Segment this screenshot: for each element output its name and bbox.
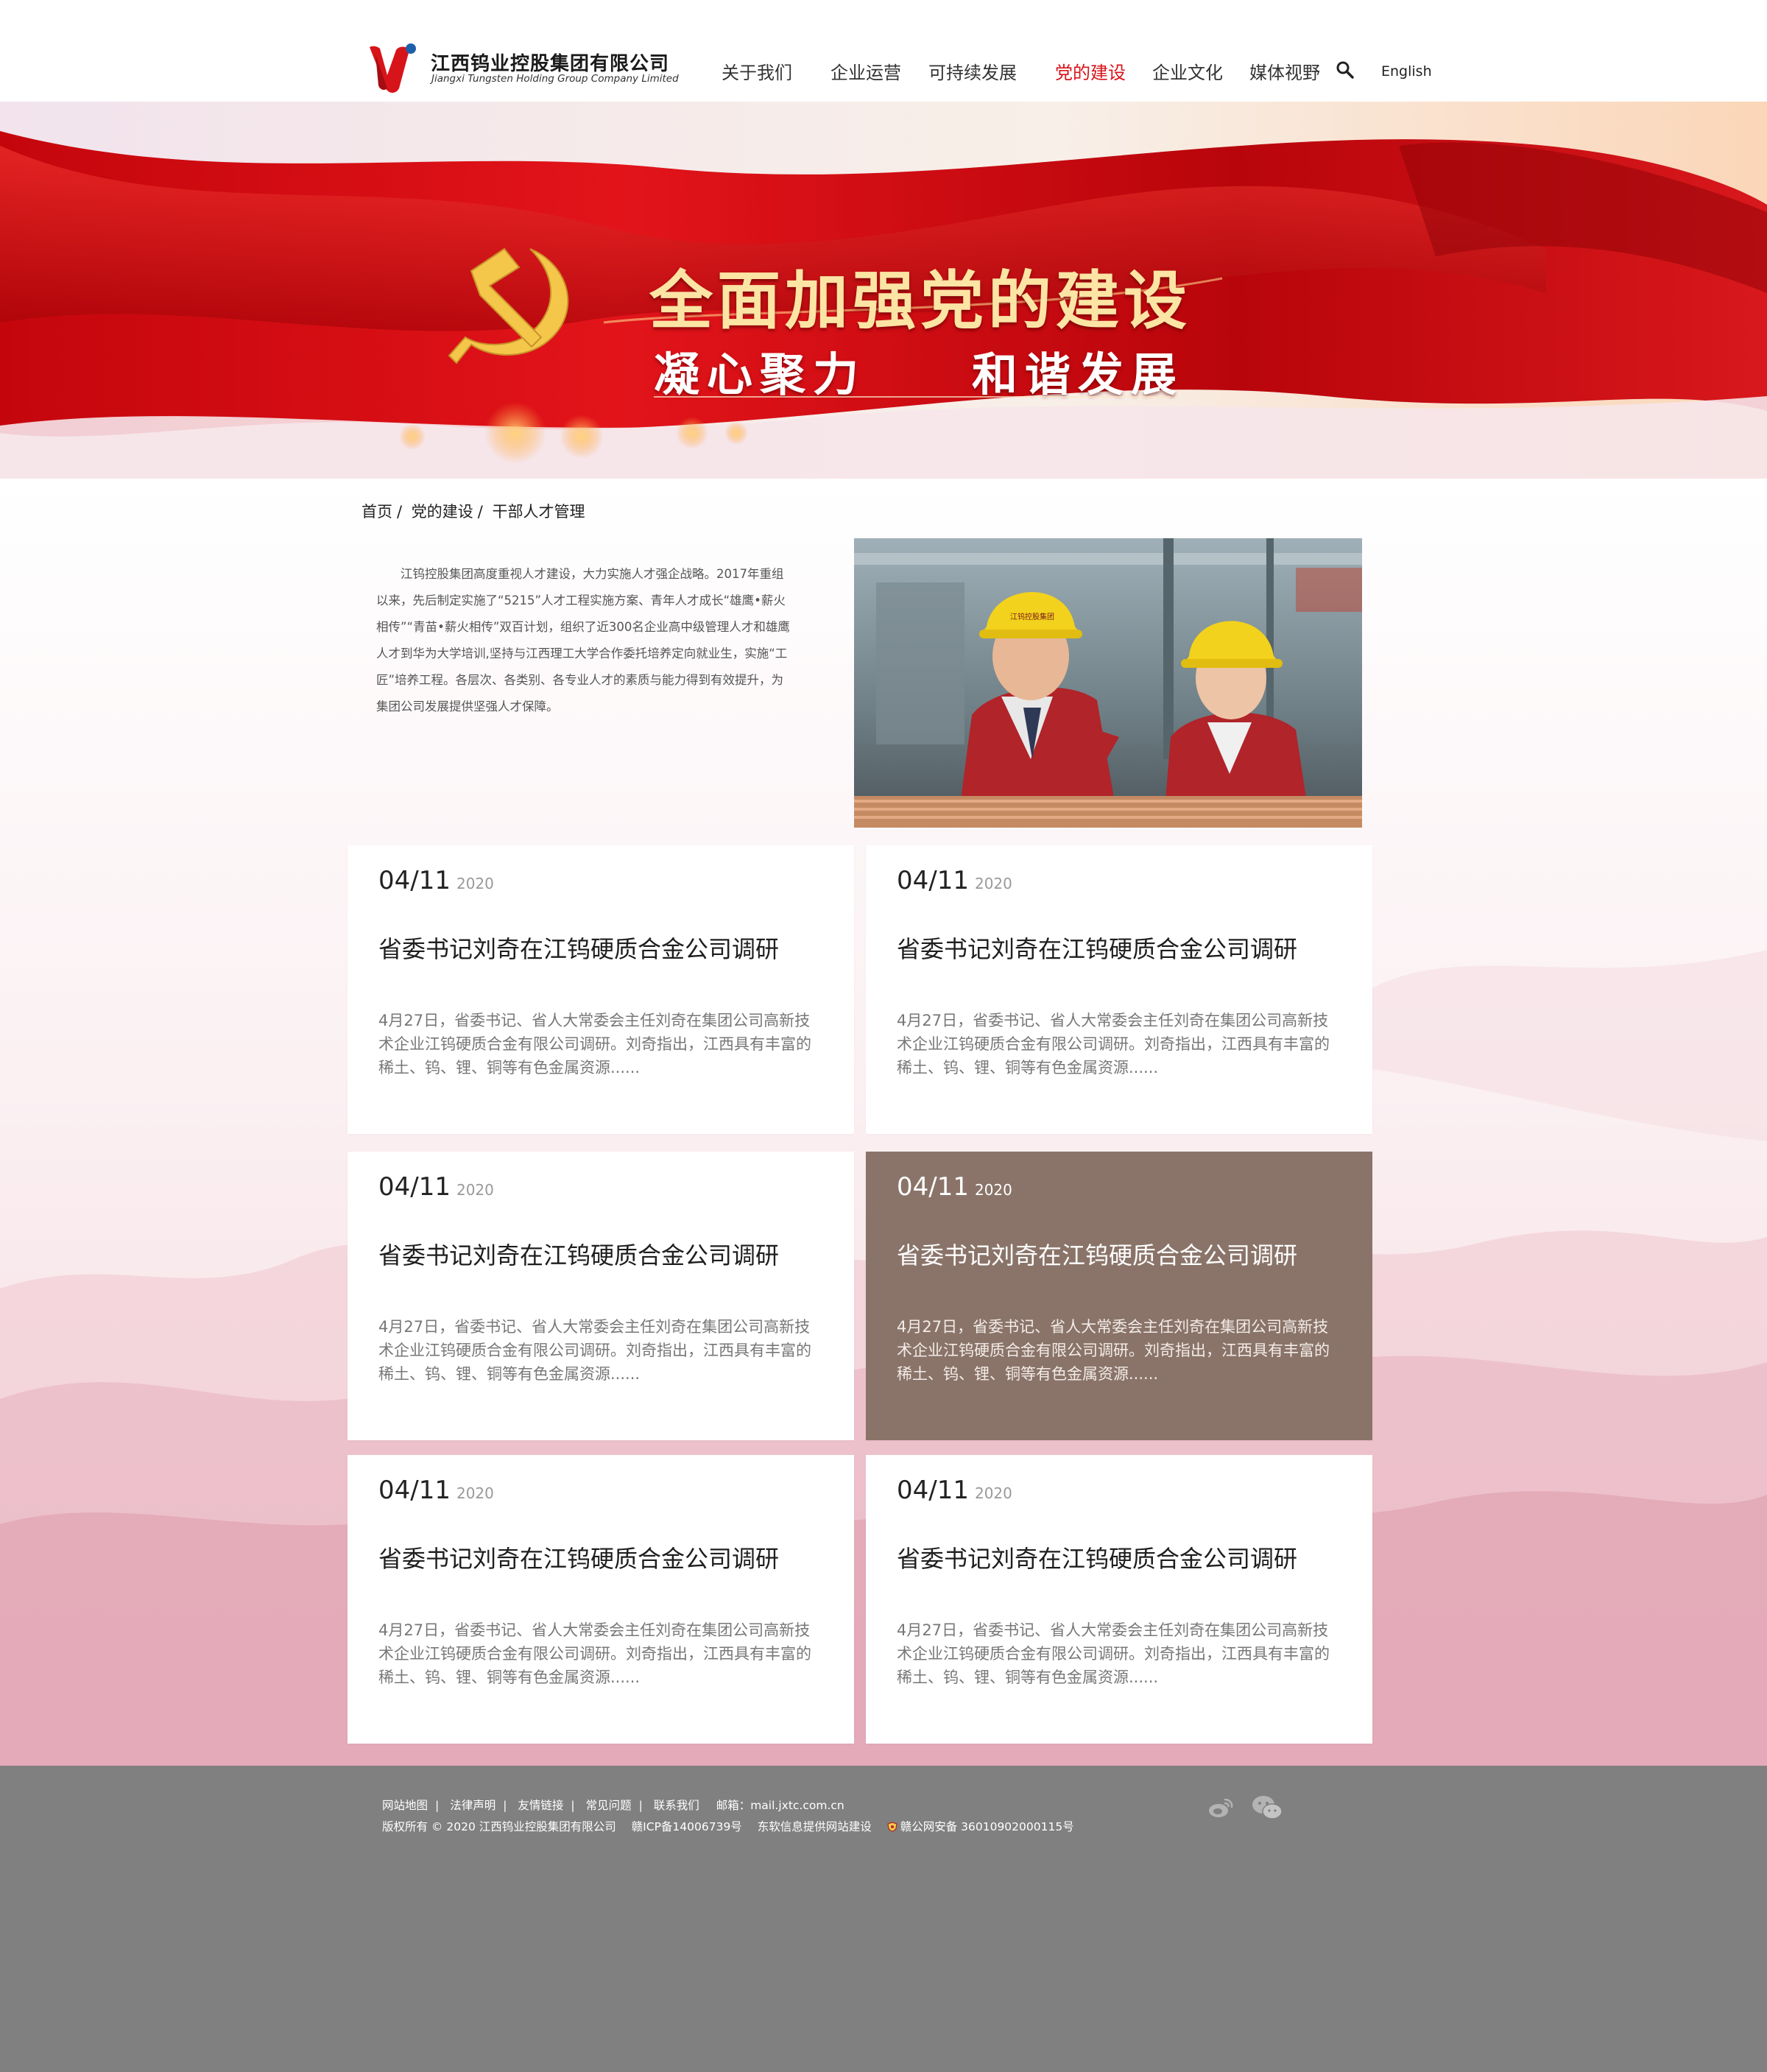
news-date-year: 2020 bbox=[456, 1181, 494, 1199]
nav-item-operations[interactable]: 企业运营 bbox=[830, 58, 901, 84]
news-summary: 4月27日，省委书记、省人大常委会主任刘奇在集团公司高新技术企业江钨硬质合金有限… bbox=[897, 1318, 1330, 1383]
breadcrumb-separator: / bbox=[477, 503, 483, 521]
news-summary: 4月27日，省委书记、省人大常委会主任刘奇在集团公司高新技术企业江钨硬质合金有限… bbox=[897, 1621, 1330, 1686]
footer-email[interactable]: 邮箱：mail.jxtc.com.cn bbox=[716, 1799, 844, 1812]
weibo-icon[interactable] bbox=[1207, 1797, 1234, 1819]
nav-item-culture[interactable]: 企业文化 bbox=[1152, 58, 1223, 84]
news-summary: 4月27日，省委书记、省人大常委会主任刘奇在集团公司高新技术企业江钨硬质合金有限… bbox=[378, 1318, 811, 1383]
footer-police-record[interactable]: 赣公网安备 36010902000115号 bbox=[900, 1820, 1074, 1833]
news-date: 04/11 2020 bbox=[897, 1476, 1012, 1505]
footer-builder: 东软信息提供网站建设 bbox=[757, 1820, 872, 1833]
news-card[interactable]: 04/11 2020 省委书记刘奇在江钨硬质合金公司调研 4月27日，省委书记、省… bbox=[866, 845, 1372, 1134]
footer-link-sitemap[interactable]: 网站地图 bbox=[382, 1799, 428, 1812]
news-card-highlighted[interactable]: 04/11 2020 省委书记刘奇在江钨硬质合金公司调研 4月27日，省委书记、省… bbox=[866, 1152, 1372, 1440]
banner-subtitle-left: 凝心聚力 bbox=[654, 348, 867, 401]
news-title[interactable]: 省委书记刘奇在江钨硬质合金公司调研 bbox=[378, 1540, 779, 1574]
footer-link-faq[interactable]: 常见问题 bbox=[586, 1799, 632, 1812]
breadcrumb-separator: / bbox=[397, 503, 403, 521]
news-date-year: 2020 bbox=[456, 1484, 494, 1502]
news-date-day: 04/11 bbox=[897, 866, 969, 895]
logo-chinese-name: 江西钨业控股集团有限公司 bbox=[431, 53, 670, 75]
news-date-day: 04/11 bbox=[897, 1476, 969, 1505]
news-title[interactable]: 省委书记刘奇在江钨硬质合金公司调研 bbox=[897, 1237, 1297, 1271]
news-date: 04/11 2020 bbox=[378, 866, 494, 895]
news-date-day: 04/11 bbox=[897, 1172, 969, 1202]
intro-paragraph: 江钨控股集团高度重视人才建设，大力实施人才强企战略。2017年重组以来，先后制定… bbox=[376, 567, 790, 713]
footer-link-legal[interactable]: 法律声明 bbox=[450, 1799, 495, 1812]
news-date-day: 04/11 bbox=[378, 866, 451, 895]
helmet-logo-text: 江钨控股集团 bbox=[1010, 612, 1054, 621]
language-switch-english[interactable]: English bbox=[1381, 63, 1432, 80]
wechat-icon[interactable] bbox=[1252, 1795, 1283, 1820]
nav-item-about[interactable]: 关于我们 bbox=[722, 58, 792, 84]
workers-photo: 江钨控股集团 bbox=[854, 538, 1362, 828]
banner-title: 全面加强党的建设 bbox=[649, 264, 1191, 338]
site-header: 江西钨业控股集团有限公司 Jiangxi Tungsten Holding Gr… bbox=[0, 0, 1767, 102]
news-title[interactable]: 省委书记刘奇在江钨硬质合金公司调研 bbox=[897, 931, 1297, 965]
breadcrumb: 首页 / 党的建设 / 干部人才管理 bbox=[361, 500, 590, 522]
logo-mark-icon bbox=[370, 43, 416, 93]
nav-item-media[interactable]: 媒体视野 bbox=[1249, 58, 1320, 84]
breadcrumb-home[interactable]: 首页 bbox=[361, 503, 392, 521]
search-icon[interactable] bbox=[1336, 60, 1355, 80]
nav-item-sustainability[interactable]: 可持续发展 bbox=[928, 58, 1017, 84]
footer-link-contact[interactable]: 联系我们 bbox=[654, 1799, 699, 1812]
company-logo[interactable]: 江西钨业控股集团有限公司 Jiangxi Tungsten Holding Gr… bbox=[365, 40, 696, 96]
footer-link-friends[interactable]: 友情链接 bbox=[518, 1799, 563, 1812]
banner-underline bbox=[654, 396, 1171, 398]
police-badge-icon bbox=[887, 1822, 897, 1832]
news-summary: 4月27日，省委书记、省人大常委会主任刘奇在集团公司高新技术企业江钨硬质合金有限… bbox=[378, 1012, 811, 1076]
news-date: 04/11 2020 bbox=[897, 1172, 1012, 1202]
news-card[interactable]: 04/11 2020 省委书记刘奇在江钨硬质合金公司调研 4月27日，省委书记、省… bbox=[348, 1152, 854, 1440]
news-title[interactable]: 省委书记刘奇在江钨硬质合金公司调研 bbox=[378, 1237, 779, 1271]
news-card[interactable]: 04/11 2020 省委书记刘奇在江钨硬质合金公司调研 4月27日，省委书记、省… bbox=[866, 1455, 1372, 1744]
banner-subtitle-right: 和谐发展 bbox=[972, 348, 1185, 401]
news-date: 04/11 2020 bbox=[378, 1172, 494, 1202]
site-footer: 网站地图 | 法律声明 | 友情链接 | 常见问题 | 联系我们 邮箱：mail.jxt… bbox=[0, 1766, 1767, 2072]
logo-english-name: Jiangxi Tungsten Holding Group Company L… bbox=[431, 73, 679, 85]
news-date-day: 04/11 bbox=[378, 1476, 451, 1505]
footer-copyright-line: 版权所有 © 2020 江西钨业控股集团有限公司 赣ICP备14006739号 … bbox=[382, 1818, 1086, 1834]
news-date-year: 2020 bbox=[974, 875, 1012, 892]
news-date: 04/11 2020 bbox=[897, 866, 1012, 895]
news-title[interactable]: 省委书记刘奇在江钨硬质合金公司调研 bbox=[378, 931, 779, 965]
footer-links: 网站地图 | 法律声明 | 友情链接 | 常见问题 | 联系我们 邮箱：mail.jxt… bbox=[382, 1799, 844, 1812]
news-date-year: 2020 bbox=[456, 875, 494, 892]
news-summary: 4月27日，省委书记、省人大常委会主任刘奇在集团公司高新技术企业江钨硬质合金有限… bbox=[378, 1621, 811, 1686]
breadcrumb-party-building[interactable]: 党的建设 bbox=[412, 503, 473, 521]
news-card[interactable]: 04/11 2020 省委书记刘奇在江钨硬质合金公司调研 4月27日，省委书记、省… bbox=[348, 845, 854, 1134]
hero-banner: 全面加强党的建设 凝心聚力 和谐发展 bbox=[0, 102, 1767, 479]
news-summary: 4月27日，省委书记、省人大常委会主任刘奇在集团公司高新技术企业江钨硬质合金有限… bbox=[897, 1012, 1330, 1076]
news-date-year: 2020 bbox=[974, 1181, 1012, 1199]
nav-item-party-building[interactable]: 党的建设 bbox=[1055, 58, 1126, 84]
footer-copyright: 版权所有 © 2020 江西钨业控股集团有限公司 bbox=[382, 1820, 616, 1833]
breadcrumb-current: 干部人才管理 bbox=[492, 503, 585, 521]
footer-icp[interactable]: 赣ICP备14006739号 bbox=[632, 1820, 742, 1833]
news-date: 04/11 2020 bbox=[378, 1476, 494, 1505]
news-card[interactable]: 04/11 2020 省委书记刘奇在江钨硬质合金公司调研 4月27日，省委书记、省… bbox=[348, 1455, 854, 1744]
news-title[interactable]: 省委书记刘奇在江钨硬质合金公司调研 bbox=[897, 1540, 1297, 1574]
news-date-day: 04/11 bbox=[378, 1172, 451, 1202]
news-date-year: 2020 bbox=[974, 1484, 1012, 1502]
